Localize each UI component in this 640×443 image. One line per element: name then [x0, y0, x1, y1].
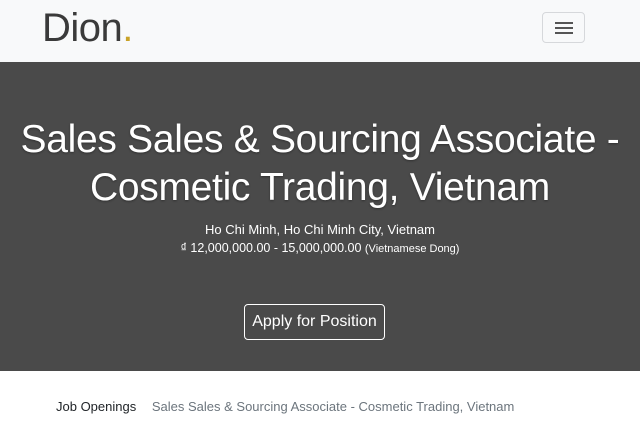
brand-logo[interactable]: Dion. — [42, 6, 133, 50]
breadcrumb-job-openings-link[interactable]: Job Openings — [56, 399, 136, 414]
job-salary: ₫ 12,000,000.00 - 15,000,000.00 (Vietnam… — [0, 240, 640, 257]
breadcrumb-current-page: Sales Sales & Sourcing Associate - Cosme… — [151, 399, 515, 414]
apply-for-position-button[interactable]: Apply for Position — [244, 304, 385, 340]
brand-dot: . — [122, 6, 133, 50]
job-title: Sales Sales & Sourcing Associate - Cosme… — [20, 118, 620, 209]
job-location: Ho Chi Minh, Ho Chi Minh City, Vietnam — [205, 222, 435, 237]
menu-bar-line — [555, 27, 573, 29]
salary-range: ₫ 12,000,000.00 - 15,000,000.00 — [180, 241, 362, 255]
brand-name: Dion — [42, 6, 123, 50]
salary-currency: (Vietnamese Dong) — [364, 243, 460, 255]
top-navbar: Dion. — [0, 0, 640, 62]
hamburger-menu-icon[interactable] — [542, 12, 585, 43]
menu-bar-line — [555, 32, 573, 34]
job-hero-banner: Sales Sales & Sourcing Associate - Cosme… — [0, 62, 640, 371]
menu-bar-line — [555, 22, 573, 24]
breadcrumb: Job Openings Sales Sales & Sourcing Asso… — [56, 399, 514, 415]
